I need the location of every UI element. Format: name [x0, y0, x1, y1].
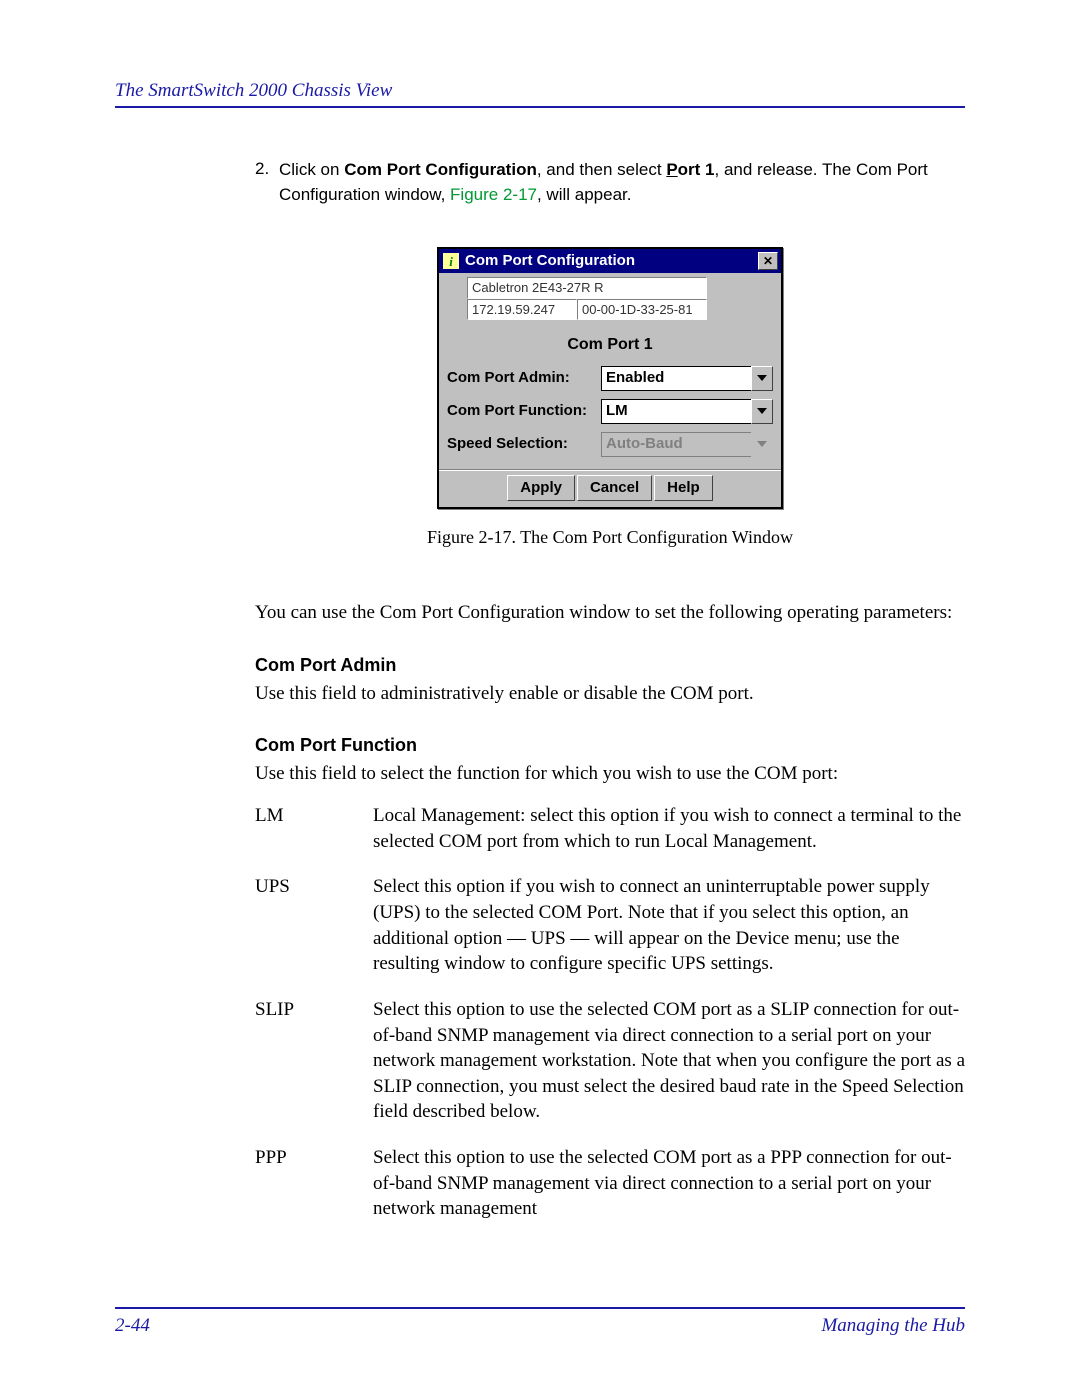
- device-mac: 00-00-1D-33-25-81: [577, 299, 707, 321]
- step-text: Click on Com Port Configuration, and the…: [279, 158, 965, 207]
- dialog-title: Com Port Configuration: [465, 251, 758, 271]
- def-desc: Select this option to use the selected C…: [373, 1145, 965, 1242]
- device-ip: 172.19.59.247: [467, 299, 577, 321]
- combo-function[interactable]: LM: [601, 399, 773, 424]
- def-term: UPS: [255, 874, 373, 997]
- label-admin: Com Port Admin:: [447, 368, 601, 388]
- combo-admin[interactable]: Enabled: [601, 366, 773, 391]
- close-icon: ✕: [763, 253, 773, 269]
- row-function: Com Port Function: LM: [447, 399, 773, 424]
- chevron-down-icon: [757, 375, 767, 381]
- step-bold-2-rest: ort 1: [678, 160, 715, 179]
- dialog-info: Cabletron 2E43-27R R 172.19.59.247 00-00…: [439, 273, 781, 320]
- para-com-port-function: Use this field to select the function fo…: [255, 761, 965, 787]
- footer-page-number: 2-44: [115, 1315, 150, 1337]
- row-admin: Com Port Admin: Enabled: [447, 366, 773, 391]
- combo-speed: Auto-Baud: [601, 432, 773, 457]
- heading-com-port-function: Com Port Function: [255, 733, 965, 757]
- close-button[interactable]: ✕: [758, 252, 778, 270]
- def-row: PPP Select this option to use the select…: [255, 1145, 965, 1242]
- figure-caption: Figure 2-17. The Com Port Configuration …: [427, 525, 793, 549]
- def-term: SLIP: [255, 997, 373, 1145]
- intro-paragraph: You can use the Com Port Configuration w…: [255, 600, 965, 626]
- step-2: 2. Click on Com Port Configuration, and …: [255, 158, 965, 207]
- def-row: LM Local Management: select this option …: [255, 803, 965, 874]
- dialog-titlebar: i Com Port Configuration ✕: [439, 249, 781, 273]
- com-port-heading: Com Port 1: [439, 320, 781, 366]
- def-desc: Local Management: select this option if …: [373, 803, 965, 874]
- footer-section: Managing the Hub: [821, 1315, 965, 1337]
- apply-button[interactable]: Apply: [507, 475, 575, 501]
- def-term: PPP: [255, 1145, 373, 1242]
- def-term: LM: [255, 803, 373, 874]
- row-speed: Speed Selection: Auto-Baud: [447, 432, 773, 457]
- dialog-button-bar: Apply Cancel Help: [439, 469, 781, 507]
- app-icon: i: [443, 253, 459, 269]
- help-button[interactable]: Help: [654, 475, 713, 501]
- label-speed: Speed Selection:: [447, 434, 601, 454]
- device-name: Cabletron 2E43-27R R: [467, 277, 707, 299]
- combo-speed-value: Auto-Baud: [601, 432, 751, 457]
- cancel-button[interactable]: Cancel: [577, 475, 652, 501]
- combo-function-button[interactable]: [751, 399, 773, 424]
- para-com-port-admin: Use this field to administratively enabl…: [255, 681, 965, 707]
- chevron-down-icon: [757, 408, 767, 414]
- step-bold-2-u: P: [666, 160, 677, 179]
- combo-admin-button[interactable]: [751, 366, 773, 391]
- def-desc: Select this option to use the selected C…: [373, 997, 965, 1145]
- step-number: 2.: [255, 158, 279, 207]
- combo-function-value: LM: [601, 399, 751, 424]
- label-function: Com Port Function:: [447, 401, 601, 421]
- figure-ref: Figure 2-17: [450, 185, 537, 204]
- page-footer: 2-44 Managing the Hub: [115, 1307, 965, 1337]
- combo-speed-button: [751, 432, 773, 457]
- step-pre: Click on: [279, 160, 344, 179]
- combo-admin-value: Enabled: [601, 366, 751, 391]
- def-row: UPS Select this option if you wish to co…: [255, 874, 965, 997]
- function-definitions: LM Local Management: select this option …: [255, 803, 965, 1242]
- com-port-config-dialog: i Com Port Configuration ✕ Cabletron 2E4…: [437, 247, 783, 509]
- def-desc: Select this option if you wish to connec…: [373, 874, 965, 997]
- step-post: , will appear.: [537, 185, 632, 204]
- page-header: The SmartSwitch 2000 Chassis View: [115, 80, 965, 108]
- step-mid1: , and then select: [537, 160, 666, 179]
- chevron-down-icon: [757, 441, 767, 447]
- heading-com-port-admin: Com Port Admin: [255, 653, 965, 677]
- header-title: The SmartSwitch 2000 Chassis View: [115, 80, 392, 101]
- step-bold-1: Com Port Configuration: [344, 160, 537, 179]
- def-row: SLIP Select this option to use the selec…: [255, 997, 965, 1145]
